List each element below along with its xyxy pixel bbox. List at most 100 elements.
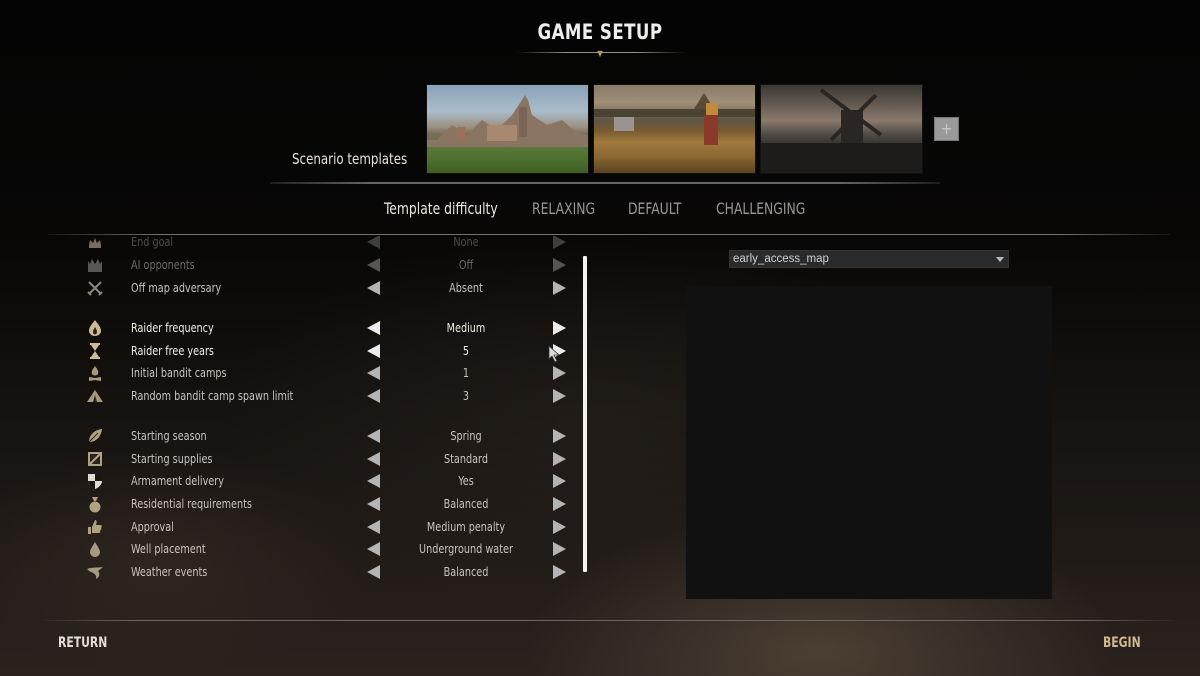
previous-option-button[interactable] — [367, 429, 380, 443]
setting-row: Well placement Underground water — [80, 539, 580, 559]
previous-option-button[interactable] — [367, 236, 380, 249]
next-option-button[interactable] — [553, 389, 566, 403]
setting-value: Balanced — [443, 496, 489, 511]
chevron-down-icon — [996, 257, 1004, 262]
add-template-button[interactable]: + — [934, 117, 959, 141]
setting-row: Off map adversary Absent — [80, 278, 580, 298]
crate-icon — [88, 452, 102, 466]
previous-option-button[interactable] — [367, 497, 380, 511]
castle-crown-icon — [88, 259, 102, 272]
flame-icon — [89, 320, 101, 336]
setting-row: Initial bandit camps 1 — [80, 363, 580, 383]
scenario-thumbnail-field[interactable] — [593, 84, 756, 174]
setting-label: Starting supplies — [131, 451, 213, 466]
previous-option-button[interactable] — [367, 281, 380, 295]
previous-option-button[interactable] — [367, 321, 380, 335]
previous-option-button[interactable] — [367, 520, 380, 534]
next-option-button[interactable] — [553, 520, 566, 534]
previous-option-button[interactable] — [367, 542, 380, 556]
begin-button[interactable]: BEGIN — [1103, 635, 1141, 651]
setting-label: Raider free years — [131, 343, 214, 358]
setting-row: Residential requirements Balanced — [80, 494, 580, 514]
water-drop-icon — [90, 542, 100, 557]
setting-label: Weather events — [131, 564, 208, 579]
crossed-swords-icon — [87, 281, 103, 296]
difficulty-default[interactable]: DEFAULT — [628, 199, 681, 218]
divider — [270, 182, 940, 184]
settings-scrollbar[interactable] — [583, 256, 587, 572]
divider — [48, 234, 1170, 235]
setting-row: AI opponents Off — [80, 255, 580, 275]
setting-value: Yes — [458, 473, 474, 488]
scenario-templates-label: Scenario templates — [292, 150, 408, 168]
setting-label: Initial bandit camps — [131, 365, 227, 380]
map-preview — [686, 286, 1052, 599]
next-option-button[interactable] — [553, 565, 566, 579]
setting-value: Underground water — [419, 541, 513, 556]
previous-option-button[interactable] — [367, 452, 380, 466]
next-option-button[interactable] — [553, 366, 566, 380]
setting-label: Random bandit camp spawn limit — [131, 388, 294, 403]
thumbs-up-icon — [88, 520, 102, 534]
next-option-button[interactable] — [553, 236, 566, 249]
setting-value: 3 — [462, 388, 470, 403]
setting-value: Balanced — [443, 564, 489, 579]
next-option-button[interactable] — [553, 258, 566, 272]
setting-label: Armament delivery — [131, 473, 224, 488]
next-option-button[interactable] — [553, 281, 566, 295]
setting-value: Off — [458, 257, 474, 272]
setting-value: None — [453, 236, 479, 249]
mouse-cursor-icon — [548, 345, 561, 363]
scenario-thumbnail-town[interactable] — [426, 84, 589, 174]
previous-option-button[interactable] — [367, 565, 380, 579]
landscape-icon — [427, 95, 588, 147]
next-option-button[interactable] — [553, 474, 566, 488]
landscape-icon — [594, 93, 755, 145]
campfire-icon — [88, 366, 102, 381]
crown-icon — [89, 238, 101, 248]
next-option-button[interactable] — [553, 497, 566, 511]
difficulty-bar: Template difficulty RELAXING DEFAULT CHA… — [0, 199, 1200, 221]
hourglass-icon — [90, 343, 100, 359]
previous-option-button[interactable] — [367, 474, 380, 488]
setting-value: 1 — [462, 365, 470, 380]
previous-option-button[interactable] — [367, 366, 380, 380]
setting-label: Off map adversary — [131, 280, 222, 295]
setting-label: Approval — [131, 519, 174, 534]
setting-row: Armament delivery Yes — [80, 471, 580, 491]
setting-row: Raider free years 5 — [80, 341, 580, 361]
previous-option-button[interactable] — [367, 258, 380, 272]
template-difficulty-label: Template difficulty — [384, 199, 498, 218]
setting-value: Standard — [444, 451, 488, 466]
setting-label: AI opponents — [131, 257, 195, 272]
divider — [44, 620, 1174, 621]
setting-value: Spring — [450, 428, 482, 443]
previous-option-button[interactable] — [367, 389, 380, 403]
setting-row: Starting supplies Standard — [80, 449, 580, 469]
scenario-thumbnail-windmill[interactable] — [760, 84, 923, 174]
shield-icon — [88, 474, 102, 489]
previous-option-button[interactable] — [367, 344, 380, 358]
map-select-dropdown[interactable]: early_access_map — [729, 250, 1009, 268]
return-button[interactable]: RETURN — [58, 635, 107, 651]
next-option-button[interactable] — [553, 429, 566, 443]
setting-row: Weather events Balanced — [80, 562, 580, 582]
landscape-icon — [761, 88, 922, 173]
setting-value: Medium — [446, 320, 486, 335]
difficulty-challenging[interactable]: CHALLENGING — [716, 199, 805, 218]
page-title: GAME SETUP — [537, 20, 663, 44]
leaf-icon — [88, 429, 102, 443]
difficulty-relaxing[interactable]: RELAXING — [532, 199, 595, 218]
setting-row: Random bandit camp spawn limit 3 — [80, 386, 580, 406]
next-option-button[interactable] — [553, 542, 566, 556]
next-option-button[interactable] — [553, 321, 566, 335]
settings-list: End goal None AI opponents Off Off map adver… — [80, 236, 580, 584]
setting-label: Residential requirements — [131, 496, 252, 511]
setting-value: Absent — [449, 280, 483, 295]
setting-row: Starting season Spring — [80, 426, 580, 446]
map-select-value: early_access_map — [733, 253, 829, 265]
setting-label: End goal — [131, 236, 174, 249]
setting-label: Well placement — [131, 541, 206, 556]
setting-row: Raider frequency Medium — [80, 318, 580, 338]
next-option-button[interactable] — [553, 452, 566, 466]
